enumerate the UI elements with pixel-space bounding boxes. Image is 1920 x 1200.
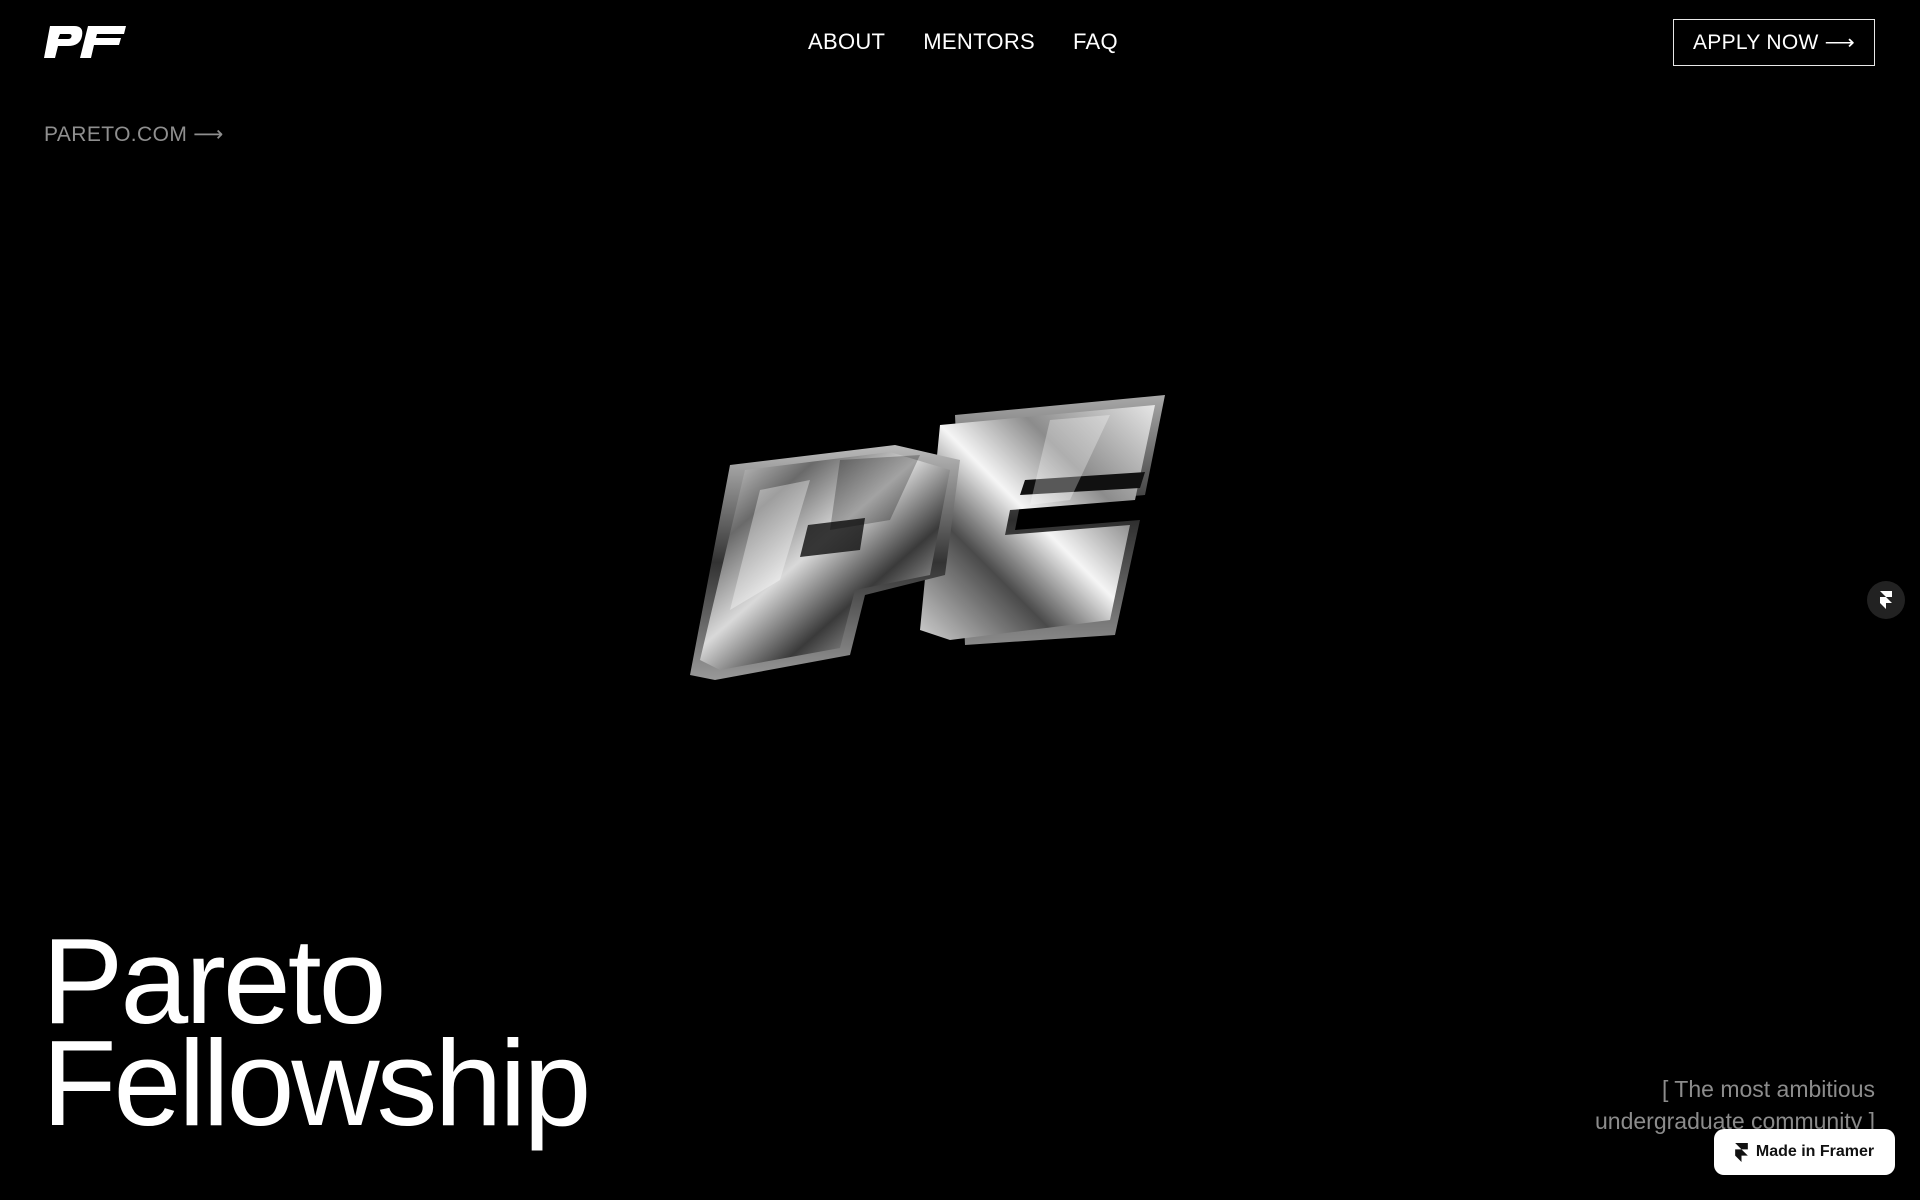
hero-3d-logo <box>690 380 1180 710</box>
framer-side-button[interactable] <box>1867 581 1905 619</box>
pareto-site-link[interactable]: PARETO.COM ⟶ <box>44 122 224 147</box>
pf-logo[interactable] <box>44 26 126 58</box>
main-nav: ABOUT MENTORS FAQ <box>808 28 1118 56</box>
framer-icon <box>1735 1142 1748 1162</box>
tagline-line1: [ The most ambitious <box>1661 1076 1875 1102</box>
apply-now-button[interactable]: APPLY NOW ⟶ <box>1673 19 1875 66</box>
nav-faq[interactable]: FAQ <box>1073 28 1118 56</box>
framer-icon <box>1880 591 1892 609</box>
page: ABOUT MENTORS FAQ APPLY NOW ⟶ PARETO.COM… <box>0 0 1920 1200</box>
arrow-right-icon: ⟶ <box>193 123 224 146</box>
made-in-framer-badge[interactable]: Made in Framer <box>1714 1129 1895 1175</box>
pareto-site-label: PARETO.COM <box>44 122 188 146</box>
apply-now-label: APPLY NOW <box>1692 30 1819 54</box>
hero-title-line2: Fellowship <box>42 1015 591 1151</box>
nav-about[interactable]: ABOUT <box>808 28 885 56</box>
hero-title: Pareto Fellowship <box>42 920 591 1151</box>
made-in-framer-label: Made in Framer <box>1755 1143 1875 1160</box>
arrow-right-icon: ⟶ <box>1824 31 1856 54</box>
nav-mentors[interactable]: MENTORS <box>923 28 1035 56</box>
hero-tagline: [ The most ambitious undergraduate commu… <box>1595 1073 1875 1137</box>
